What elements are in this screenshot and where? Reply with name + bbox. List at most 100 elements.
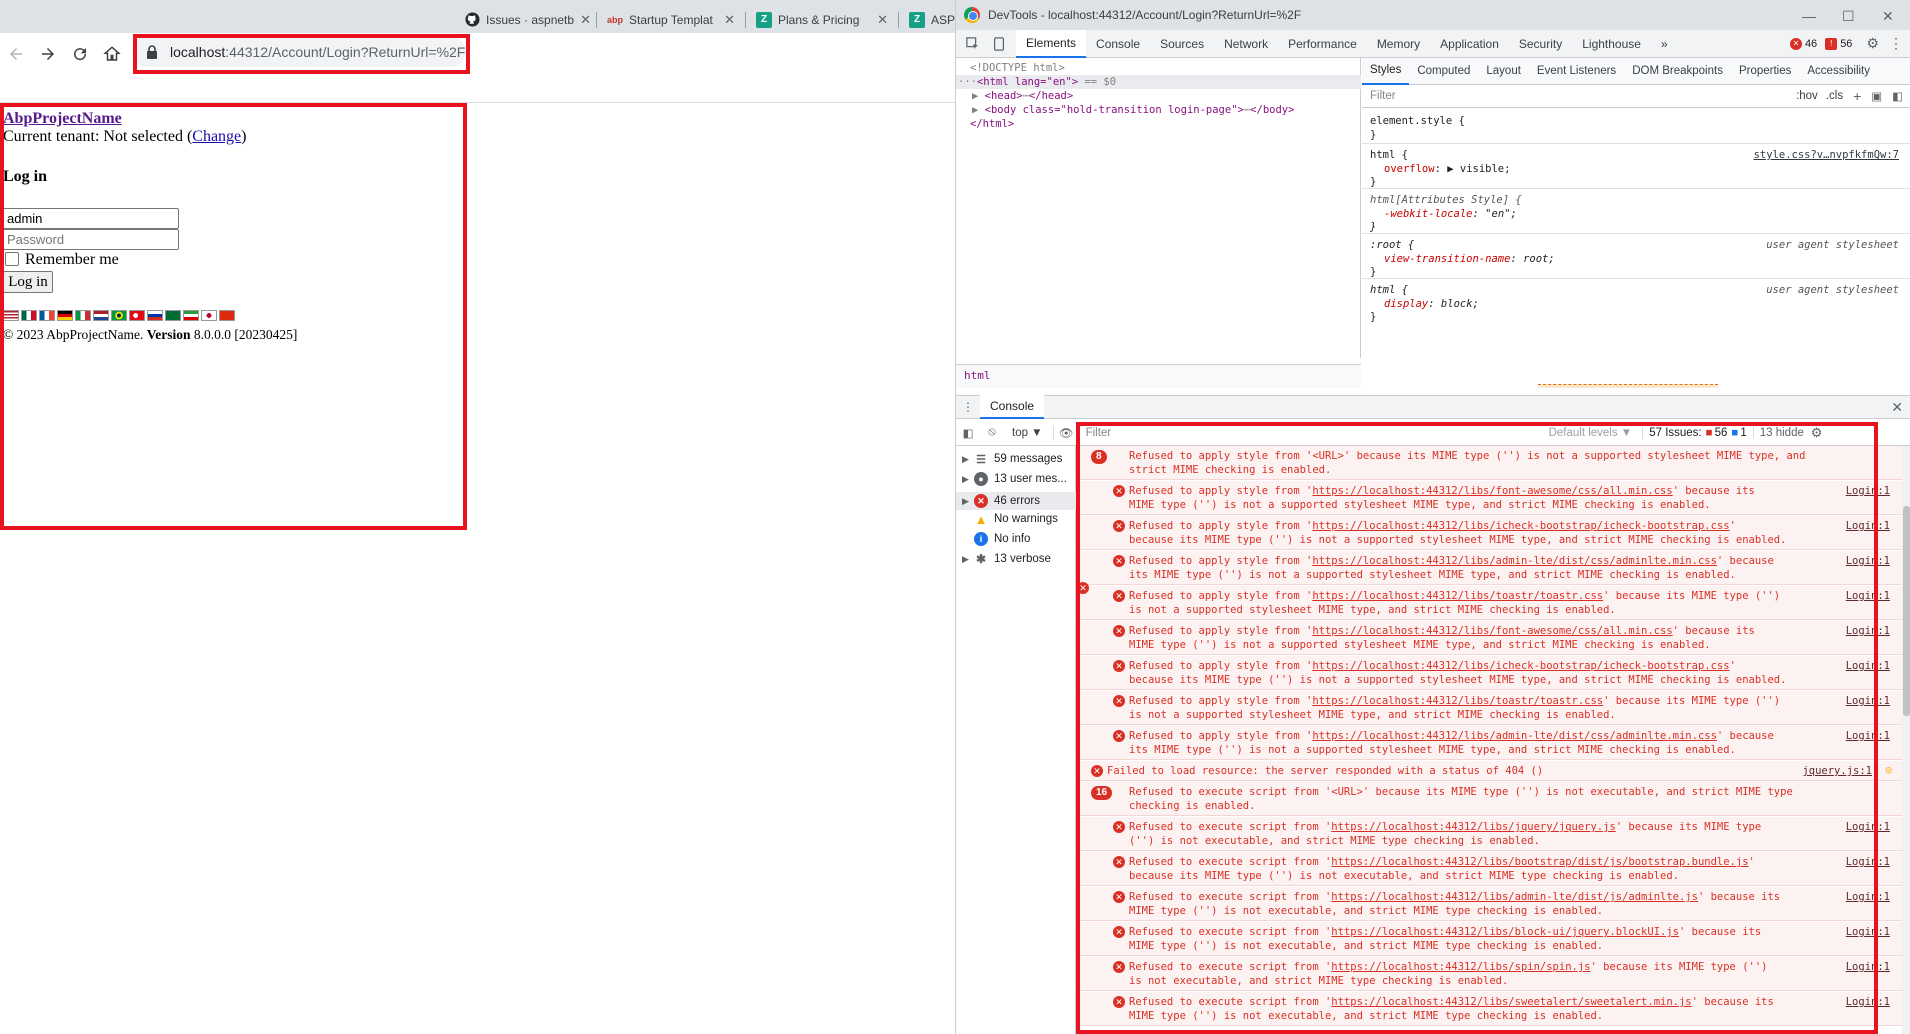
bug-icon: ✱ — [975, 552, 987, 566]
cls-toggle[interactable]: .cls — [1826, 90, 1843, 102]
style-rule: html { style.css?v…nvpfkfmQw:7 overflow:… — [1362, 145, 1910, 189]
abp-icon: abp — [607, 14, 624, 25]
subtab-computed[interactable]: Computed — [1409, 58, 1478, 85]
browser-tab[interactable]: Z ASP — [901, 6, 955, 33]
html-node[interactable]: ···<html lang="en"> == $0 — [958, 76, 1116, 88]
style-rule: :root { user agent stylesheet view-trans… — [1362, 235, 1910, 279]
reload-icon[interactable] — [68, 42, 92, 66]
body-node[interactable]: ▶ <body class="hold-transition login-pag… — [972, 104, 1294, 116]
highlight-box-console — [1076, 422, 1878, 1034]
subtab-accessibility[interactable]: Accessibility — [1799, 58, 1878, 85]
tab-console[interactable]: Console — [1086, 30, 1150, 58]
console-scrollbar[interactable] — [1902, 446, 1910, 1034]
close-tab-icon[interactable]: ✕ — [871, 12, 888, 28]
clear-console-icon[interactable]: ⦸ — [980, 426, 1004, 439]
devtools-titlebar: DevTools - localhost:44312/Account/Login… — [956, 0, 1910, 30]
new-rule-icon[interactable]: + — [1853, 88, 1861, 104]
sidebar-item-user-messages[interactable]: ▶ ● 13 user mes... — [962, 472, 1067, 486]
drawer-menu-icon[interactable]: ⋮ — [956, 400, 980, 414]
tab-lighthouse[interactable]: Lighthouse — [1572, 30, 1651, 58]
console-drawer-header: ⋮ Console ✕ — [956, 395, 1910, 419]
paint-icon[interactable]: ▣ — [1871, 89, 1882, 103]
eye-icon[interactable]: 👁 — [1052, 425, 1079, 440]
tab-performance[interactable]: Performance — [1278, 30, 1367, 58]
style-rule: html[Attributes Style] { -webkit-locale:… — [1362, 190, 1910, 234]
warning-icon: ▲ — [974, 511, 988, 527]
styles-pane: Styles Computed Layout Event Listeners D… — [1362, 58, 1910, 388]
highlight-box-url — [133, 34, 470, 74]
kebab-menu-icon[interactable]: ⋮ — [1889, 35, 1903, 52]
styles-filter-input[interactable]: Filter — [1370, 90, 1796, 102]
console-sidebar: ▶ ☰ 59 messages ▶ ● 13 user mes... ▶ ✕ 46 erro… — [956, 446, 1076, 1034]
tab-memory[interactable]: Memory — [1367, 30, 1430, 58]
error-icon: ✕ — [1789, 37, 1802, 50]
sidebar-item-messages[interactable]: ▶ ☰ 59 messages — [962, 452, 1062, 466]
highlight-box-page — [0, 103, 467, 530]
error-count-badge[interactable]: ✕ 46 — [1789, 37, 1817, 50]
breadcrumb[interactable]: html — [956, 364, 1361, 388]
style-source-link[interactable]: style.css?v…nvpfkfmQw:7 — [1754, 149, 1899, 161]
close-window-icon[interactable]: ✕ — [1882, 8, 1894, 25]
chrome-logo-icon — [964, 7, 980, 23]
browser-tab[interactable]: Z Plans & Pricing ✕ — [748, 6, 896, 33]
styles-filter-bar: Filter :hov .cls + ▣ ◧ — [1362, 85, 1910, 108]
device-toolbar-icon[interactable] — [990, 30, 1016, 58]
minimize-icon[interactable]: — — [1802, 8, 1816, 24]
sidebar-item-warnings[interactable]: ▲ No warnings — [962, 511, 1058, 527]
subtab-layout[interactable]: Layout — [1478, 58, 1529, 85]
browser-tab[interactable]: Issues · aspnetb ✕ — [456, 6, 594, 33]
home-icon[interactable] — [100, 42, 124, 66]
doctype-node[interactable]: <!DOCTYPE html> — [970, 62, 1065, 74]
subtab-event-listeners[interactable]: Event Listeners — [1529, 58, 1624, 85]
style-rule: html { user agent stylesheet display: bl… — [1370, 284, 1899, 323]
inspect-element-icon[interactable] — [956, 30, 990, 58]
style-rule: element.style { } — [1362, 111, 1910, 144]
maximize-icon[interactable]: ☐ — [1842, 8, 1855, 25]
box-model-preview — [1538, 384, 1718, 388]
more-tabs-button[interactable]: » — [1651, 30, 1678, 58]
hov-toggle[interactable]: :hov — [1796, 90, 1818, 102]
issue-icon: ! — [1825, 37, 1838, 50]
browser-tab-title: Plans & Pricing — [778, 12, 860, 27]
tab-security[interactable]: Security — [1509, 30, 1572, 58]
browser-tab[interactable]: abp Startup Templat ✕ — [599, 6, 743, 33]
html-close-node: </html> — [970, 118, 1015, 130]
browser-tab-strip: Issues · aspnetb ✕ abp Startup Templat ✕… — [0, 0, 955, 33]
forward-arrow-icon[interactable] — [36, 42, 60, 66]
sidebar-toggle-icon[interactable]: ◧ — [1892, 89, 1903, 103]
tab-elements[interactable]: Elements — [1016, 29, 1087, 58]
close-tab-icon[interactable]: ✕ — [718, 12, 735, 28]
browser-tab-title: Startup Templat — [629, 12, 713, 27]
info-icon: i — [974, 532, 988, 546]
github-icon — [464, 12, 480, 28]
back-arrow-icon[interactable] — [4, 42, 28, 66]
zero-icon: Z — [756, 11, 772, 28]
user-icon: ● — [974, 472, 988, 486]
close-tab-icon[interactable]: ✕ — [574, 12, 591, 28]
sidebar-item-errors[interactable]: ▶ ✕ 46 errors — [956, 492, 1076, 510]
sidebar-toggle-icon[interactable]: ◧ — [956, 426, 980, 440]
browser-tab-title: Issues · aspnetb — [486, 12, 575, 27]
tab-sources[interactable]: Sources — [1150, 30, 1214, 58]
devtools-title: DevTools - localhost:44312/Account/Login… — [988, 8, 1302, 22]
subtab-dom-breakpoints[interactable]: DOM Breakpoints — [1624, 58, 1731, 85]
head-node[interactable]: ▶ <head>⋯</head> — [972, 90, 1073, 102]
styles-subtabs: Styles Computed Layout Event Listeners D… — [1362, 58, 1910, 85]
gear-icon[interactable]: ⚙ — [1866, 35, 1879, 52]
issue-count-badge[interactable]: ! 56 — [1825, 37, 1852, 50]
devtools-panel-tabs: Elements Console Sources Network Perform… — [956, 29, 1910, 58]
drawer-tab-console[interactable]: Console — [980, 395, 1045, 419]
close-drawer-icon[interactable]: ✕ — [1891, 399, 1910, 416]
subtab-properties[interactable]: Properties — [1731, 58, 1799, 85]
browser-tab-title: ASP — [931, 12, 955, 27]
subtab-styles[interactable]: Styles — [1362, 58, 1410, 85]
tab-network[interactable]: Network — [1214, 30, 1278, 58]
zero-icon: Z — [909, 11, 925, 28]
context-selector[interactable]: top ▼ — [1004, 427, 1053, 439]
error-icon: ✕ — [974, 494, 988, 508]
list-icon: ☰ — [976, 453, 986, 466]
tab-application[interactable]: Application — [1430, 30, 1509, 58]
sidebar-item-verbose[interactable]: ▶ ✱ 13 verbose — [962, 552, 1051, 566]
warning-icon: ◎ — [1885, 764, 1892, 776]
sidebar-item-info[interactable]: i No info — [962, 532, 1030, 546]
